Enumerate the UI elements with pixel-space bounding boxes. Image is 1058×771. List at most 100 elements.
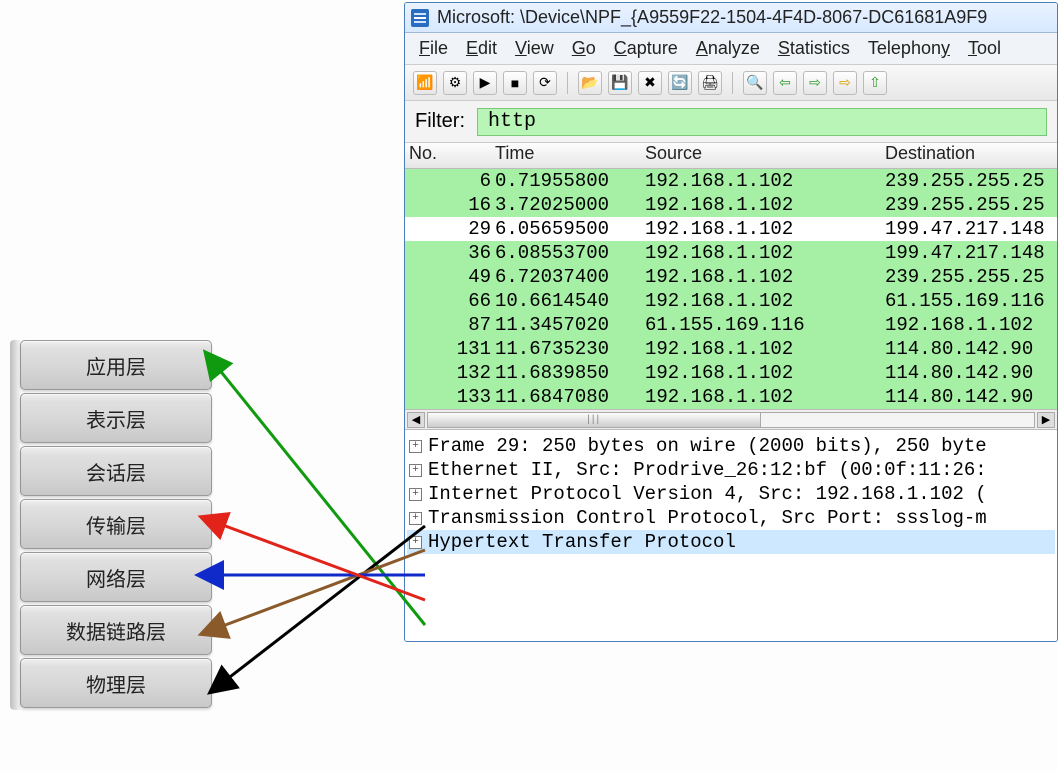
cell-time: 11.6839850 — [495, 362, 645, 384]
menu-file[interactable]: File — [419, 38, 448, 59]
save-icon[interactable]: 💾 — [608, 71, 632, 95]
start-icon[interactable]: ▶ — [473, 71, 497, 95]
options-icon[interactable]: ⚙ — [443, 71, 467, 95]
scroll-thumb[interactable]: ||| — [428, 413, 761, 427]
cell-no: 49 — [405, 266, 495, 288]
packet-list[interactable]: 60.71955800192.168.1.102239.255.255.2516… — [405, 169, 1057, 409]
tree-text: Hypertext Transfer Protocol — [428, 531, 736, 553]
osi-layer-network: 网络层 — [20, 552, 212, 602]
filter-bar: Filter: — [405, 101, 1057, 143]
close-icon[interactable]: ✖ — [638, 71, 662, 95]
osi-layer-application: 应用层 — [20, 340, 212, 390]
cell-time: 0.71955800 — [495, 170, 645, 192]
find-icon[interactable]: 🔍 — [743, 71, 767, 95]
cell-destination: 239.255.255.25 — [885, 266, 1057, 288]
tree-row[interactable]: +Frame 29: 250 bytes on wire (2000 bits)… — [407, 434, 1055, 458]
tree-row[interactable]: + Transmission Control Protocol, Src Port… — [407, 506, 1055, 530]
expand-icon[interactable]: + — [409, 488, 422, 501]
stop-icon[interactable]: ■ — [503, 71, 527, 95]
toolbar-separator — [732, 72, 733, 94]
cell-no: 133 — [405, 386, 495, 408]
scroll-right-icon[interactable]: ▶ — [1037, 412, 1055, 428]
cell-no: 131 — [405, 338, 495, 360]
tree-row[interactable]: + Hypertext Transfer Protocol — [407, 530, 1055, 554]
scroll-left-icon[interactable]: ◀ — [407, 412, 425, 428]
cell-source: 192.168.1.102 — [645, 170, 885, 192]
print-icon[interactable]: 🖨 — [698, 71, 722, 95]
cell-destination: 114.80.142.90 — [885, 362, 1057, 384]
packet-row[interactable]: 60.71955800192.168.1.102239.255.255.25 — [405, 169, 1057, 193]
tree-row[interactable]: +Internet Protocol Version 4, Src: 192.1… — [407, 482, 1055, 506]
expand-icon[interactable]: + — [409, 536, 422, 549]
packet-row[interactable]: 8711.345702061.155.169.116192.168.1.102 — [405, 313, 1057, 337]
top-icon[interactable]: ⇧ — [863, 71, 887, 95]
cell-source: 192.168.1.102 — [645, 218, 885, 240]
expand-icon[interactable]: + — [409, 512, 422, 525]
cell-destination: 114.80.142.90 — [885, 338, 1057, 360]
cell-no: 132 — [405, 362, 495, 384]
col-header-source[interactable]: Source — [645, 143, 885, 168]
cell-destination: 239.255.255.25 — [885, 194, 1057, 216]
cell-no: 66 — [405, 290, 495, 312]
packet-row[interactable]: 13111.6735230192.168.1.102114.80.142.90 — [405, 337, 1057, 361]
cell-source: 192.168.1.102 — [645, 242, 885, 264]
expand-icon[interactable]: + — [409, 464, 422, 477]
packet-row[interactable]: 6610.6614540192.168.1.10261.155.169.116 — [405, 289, 1057, 313]
osi-layer-physical: 物理层 — [20, 658, 212, 708]
packet-row[interactable]: 366.08553700192.168.1.102199.47.217.148 — [405, 241, 1057, 265]
cell-time: 3.72025000 — [495, 194, 645, 216]
menu-view[interactable]: View — [515, 38, 554, 59]
cell-destination: 199.47.217.148 — [885, 242, 1057, 264]
back-icon[interactable]: ⇦ — [773, 71, 797, 95]
packet-row[interactable]: 163.72025000192.168.1.102239.255.255.25 — [405, 193, 1057, 217]
filter-label: Filter: — [415, 110, 465, 133]
window-title: Microsoft: \Device\NPF_{A9559F22-1504-4F… — [437, 7, 987, 28]
osi-layer-transport: 传输层 — [20, 499, 212, 549]
cell-time: 6.72037400 — [495, 266, 645, 288]
packet-row[interactable]: 496.72037400192.168.1.102239.255.255.25 — [405, 265, 1057, 289]
reload-icon[interactable]: 🔄 — [668, 71, 692, 95]
cell-source: 192.168.1.102 — [645, 266, 885, 288]
interfaces-icon[interactable]: 📶 — [413, 71, 437, 95]
menu-edit[interactable]: Edit — [466, 38, 497, 59]
menu-capture[interactable]: Capture — [614, 38, 678, 59]
cell-no: 36 — [405, 242, 495, 264]
restart-icon[interactable]: ⟳ — [533, 71, 557, 95]
cell-source: 192.168.1.102 — [645, 386, 885, 408]
osi-layer-stack: 应用层 表示层 会话层 传输层 网络层 数据链路层 物理层 — [20, 340, 212, 711]
packet-row[interactable]: 296.05659500192.168.1.102199.47.217.148 — [405, 217, 1057, 241]
osi-layer-presentation: 表示层 — [20, 393, 212, 443]
osi-layer-session: 会话层 — [20, 446, 212, 496]
col-header-destination[interactable]: Destination — [885, 143, 1057, 168]
tree-text: Ethernet II, Src: Prodrive_26:12:bf (00:… — [428, 459, 987, 481]
expand-icon[interactable]: + — [409, 440, 422, 453]
stack-shadow — [10, 340, 22, 710]
cell-source: 192.168.1.102 — [645, 338, 885, 360]
cell-time: 11.6735230 — [495, 338, 645, 360]
tree-text: Transmission Control Protocol, Src Port:… — [428, 507, 987, 529]
col-header-no[interactable]: No. — [405, 143, 495, 168]
tree-row[interactable]: + Ethernet II, Src: Prodrive_26:12:bf (00… — [407, 458, 1055, 482]
packet-row[interactable]: 13211.6839850192.168.1.102114.80.142.90 — [405, 361, 1057, 385]
open-icon[interactable]: 📂 — [578, 71, 602, 95]
filter-input[interactable] — [477, 108, 1047, 136]
packet-row[interactable]: 13311.6847080192.168.1.102114.80.142.90 — [405, 385, 1057, 409]
forward-icon[interactable]: ⇨ — [803, 71, 827, 95]
menu-analyze[interactable]: Analyze — [696, 38, 760, 59]
cell-source: 61.155.169.116 — [645, 314, 885, 336]
menu-tools[interactable]: Tool — [968, 38, 1001, 59]
cell-destination: 239.255.255.25 — [885, 170, 1057, 192]
packet-details-tree[interactable]: +Frame 29: 250 bytes on wire (2000 bits)… — [405, 429, 1057, 641]
menu-telephony[interactable]: Telephony — [868, 38, 950, 59]
cell-no: 16 — [405, 194, 495, 216]
scroll-track[interactable]: ||| — [427, 412, 1035, 428]
col-header-time[interactable]: Time — [495, 143, 645, 168]
jump-icon[interactable]: ⇨ — [833, 71, 857, 95]
menu-go[interactable]: Go — [572, 38, 596, 59]
cell-time: 11.6847080 — [495, 386, 645, 408]
cell-destination: 61.155.169.116 — [885, 290, 1057, 312]
toolbar-separator — [567, 72, 568, 94]
cell-destination: 199.47.217.148 — [885, 218, 1057, 240]
horizontal-scrollbar[interactable]: ◀ ||| ▶ — [405, 409, 1057, 429]
menu-statistics[interactable]: Statistics — [778, 38, 850, 59]
